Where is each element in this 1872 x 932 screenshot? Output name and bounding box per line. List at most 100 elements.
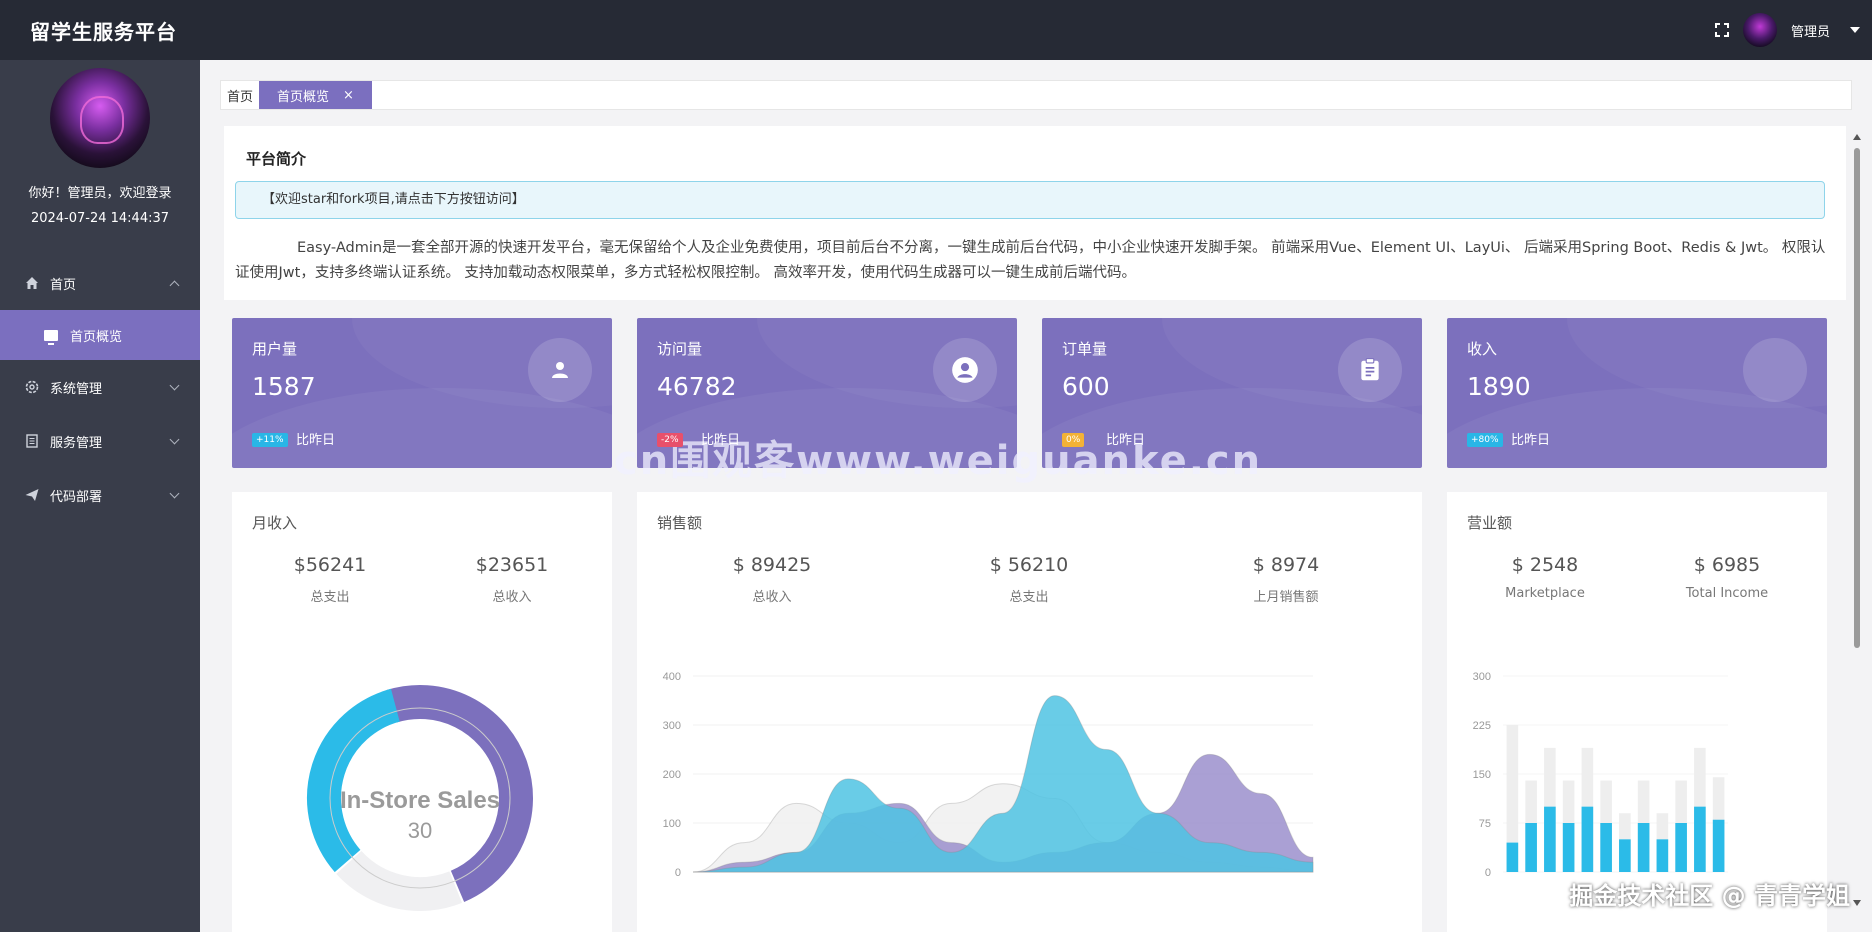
donut-slice xyxy=(307,688,401,873)
y-tick-label: 300 xyxy=(1473,671,1491,683)
username[interactable]: 管理员 xyxy=(1791,21,1830,40)
stat-value: 46782 xyxy=(657,372,737,401)
business-card: 营业额 $ 2548 Marketplace $ 6985 Total Inco… xyxy=(1447,492,1827,932)
y-tick-label: 0 xyxy=(675,867,681,879)
bar xyxy=(1581,806,1594,872)
clipboard-icon xyxy=(1338,338,1402,402)
stat-label: 订单量 xyxy=(1062,340,1108,358)
metric-value: $ 8974 xyxy=(1252,554,1320,576)
tab-overview[interactable]: 首页概览 × xyxy=(259,81,372,109)
metric-income: $23651 总收入 xyxy=(432,554,592,605)
metric-total-expense: $ 56210 总支出 xyxy=(949,554,1109,605)
tab-bar: 首页 首页概览 × xyxy=(220,80,1852,110)
bar xyxy=(1544,806,1556,872)
metric-marketplace: $ 2548 Marketplace xyxy=(1465,554,1625,601)
metric-label: 总支出 xyxy=(1009,590,1049,605)
card-title: 销售额 xyxy=(657,514,703,532)
stat-badge: +11% xyxy=(252,433,288,447)
sidebar-item-service[interactable]: 服务管理 xyxy=(0,414,200,468)
metric-total-income: $ 89425 总收入 xyxy=(692,554,852,605)
monthly-income-card: 月收入 $56241 总支出 $23651 总收入 In-Store Sales… xyxy=(232,492,612,932)
top-bar: 留学生服务平台 管理员 xyxy=(0,0,1872,60)
metric-value: $23651 xyxy=(475,554,549,576)
bar xyxy=(1694,806,1706,872)
metric-label: 总收入 xyxy=(752,590,792,605)
donut-slice xyxy=(336,850,463,911)
sidebar-menu: 首页 首页概览 系统管理 服务管理 代码部署 xyxy=(0,256,200,522)
metric-total-income: $ 6985 Total Income xyxy=(1647,554,1807,601)
bar xyxy=(1712,819,1725,872)
stat-compare: 比昨日 xyxy=(1511,433,1551,448)
stat-compare: 比昨日 xyxy=(1106,433,1146,448)
fullscreen-icon[interactable] xyxy=(1714,23,1729,37)
sidebar-item-overview[interactable]: 首页概览 xyxy=(0,310,200,360)
sidebar-item-label: 代码部署 xyxy=(50,489,103,505)
scroll-down-icon[interactable] xyxy=(1853,900,1861,906)
stat-value: 600 xyxy=(1062,372,1110,401)
sales-card: 销售额 $ 89425 总收入 $ 56210 总支出 $ 8974 上月销售额… xyxy=(637,492,1422,932)
metric-label: 上月销售额 xyxy=(1253,590,1319,605)
bar xyxy=(1619,839,1631,872)
avatar xyxy=(50,68,150,168)
sidebar-item-system[interactable]: 系统管理 xyxy=(0,360,200,414)
notice-banner: 【欢迎star和fork项目,请点击下方按钮访问】 xyxy=(235,181,1825,219)
circle-icon xyxy=(1743,338,1807,402)
monitor-icon xyxy=(44,329,58,345)
y-tick-label: 300 xyxy=(663,720,681,732)
stat-compare: 比昨日 xyxy=(296,433,336,448)
tab-label: 首页概览 xyxy=(277,89,330,105)
metric-label: Marketplace xyxy=(1505,586,1585,601)
sidebar: 你好！管理员，欢迎登录 2024-07-24 14:44:37 首页 首页概览 … xyxy=(0,60,200,932)
sidebar-item-home[interactable]: 首页 xyxy=(0,256,200,310)
donut-value: 30 xyxy=(408,818,432,843)
corner-watermark: 掘金技术社区 @ 青青学姐 xyxy=(1569,882,1850,910)
tab-home[interactable]: 首页 xyxy=(221,81,259,109)
metric-last-month: $ 8974 上月销售额 xyxy=(1206,554,1366,605)
stat-card-income: 收入 1890 +80% 比昨日 xyxy=(1447,318,1827,468)
sidebar-item-label: 服务管理 xyxy=(50,435,103,451)
close-icon[interactable]: × xyxy=(343,88,354,103)
stat-label: 收入 xyxy=(1467,340,1498,358)
sidebar-item-label: 首页 xyxy=(50,277,77,293)
sidebar-item-deploy[interactable]: 代码部署 xyxy=(0,468,200,522)
donut-label: In-Store Sales xyxy=(340,787,500,814)
bar xyxy=(1506,842,1519,872)
sidebar-item-label: 首页概览 xyxy=(70,329,123,345)
stat-badge: 0% xyxy=(1062,433,1085,447)
y-tick-label: 225 xyxy=(1473,720,1491,732)
stat-value: 1890 xyxy=(1467,372,1531,401)
stat-badge: +80% xyxy=(1467,433,1503,447)
y-tick-label: 150 xyxy=(1473,769,1491,781)
scroll-thumb[interactable] xyxy=(1854,148,1860,648)
user-avatar[interactable] xyxy=(1742,13,1777,47)
metric-value: $ 2548 xyxy=(1511,554,1579,576)
bar xyxy=(1675,823,1687,872)
y-tick-label: 400 xyxy=(663,671,681,683)
metric-expense: $56241 总支出 xyxy=(250,554,410,605)
account-circle-icon xyxy=(933,338,997,402)
sidebar-item-label: 系统管理 xyxy=(50,381,103,397)
stat-compare: 比昨日 xyxy=(701,433,741,448)
stat-badge: -2% xyxy=(657,433,683,447)
chevron-down-icon[interactable] xyxy=(1850,27,1860,33)
profile: 你好！管理员，欢迎登录 2024-07-24 14:44:37 xyxy=(0,60,200,226)
bar xyxy=(1525,823,1537,872)
metric-value: $56241 xyxy=(293,554,367,576)
metric-label: Total Income xyxy=(1685,586,1769,601)
scrollbar[interactable] xyxy=(1852,130,1862,910)
user-icon xyxy=(528,338,592,402)
metric-value: $ 6985 xyxy=(1693,554,1761,576)
gear-icon xyxy=(25,380,39,394)
card-title: 营业额 xyxy=(1467,514,1513,532)
chevron-up-icon xyxy=(169,280,180,291)
chevron-down-icon xyxy=(169,488,180,499)
main-content: 首页 首页概览 × 平台简介 【欢迎star和fork项目,请点击下方按钮访问】… xyxy=(200,60,1872,932)
stat-card-users: 用户量 1587 +11% 比昨日 xyxy=(232,318,612,468)
greeting: 你好！管理员，欢迎登录 xyxy=(28,186,172,201)
card-title: 月收入 xyxy=(252,514,298,532)
bar xyxy=(1656,839,1669,872)
intro-text: Easy-Admin是一套全部开源的快速开发平台，毫无保留给个人及企业免费使用，… xyxy=(235,240,1826,281)
metric-value: $ 56210 xyxy=(989,554,1069,576)
scroll-up-icon[interactable] xyxy=(1853,134,1861,140)
y-tick-label: 100 xyxy=(663,818,681,830)
